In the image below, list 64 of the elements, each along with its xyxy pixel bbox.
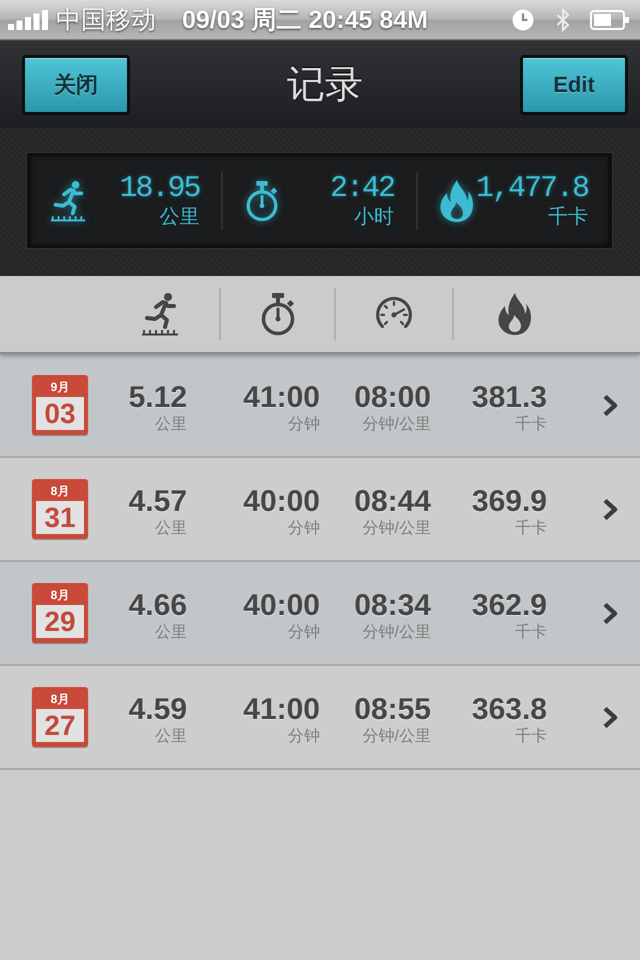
metric-unit: 分钟/公里 — [362, 519, 431, 539]
metric-value: 381.3 — [472, 381, 547, 415]
day-label: 27 — [36, 709, 84, 742]
bluetooth-icon — [556, 6, 570, 32]
clock-icon — [512, 8, 534, 30]
metric-value: 5.12 — [128, 381, 187, 415]
metric-value: 40:00 — [243, 485, 320, 519]
month-label: 9月 — [50, 379, 70, 396]
stat-value: 2:42 — [330, 172, 394, 204]
metric-unit: 千卡 — [515, 623, 547, 643]
metric-unit: 千卡 — [515, 727, 547, 747]
metric-unit: 公里 — [155, 727, 187, 747]
stat-value: 1,477.8 — [476, 172, 588, 204]
chevron-icon — [601, 706, 620, 728]
month-label: 8月 — [50, 483, 70, 500]
flame-icon — [438, 178, 476, 222]
stat-value: 18.95 — [119, 172, 200, 204]
metric-unit: 分钟/公里 — [362, 727, 431, 747]
carrier-label: 中国移动 — [56, 5, 156, 36]
edit-button[interactable]: Edit — [520, 54, 628, 114]
record-row[interactable]: 9月 03 5.12 公里 41:00 分钟 08:00 分钟/公里 381.3 千卡 — [0, 354, 640, 458]
metric-value: 362.9 — [472, 589, 547, 623]
metric-value: 369.9 — [472, 485, 547, 519]
metric-unit: 分钟 — [288, 519, 320, 539]
runner-icon — [140, 292, 180, 336]
day-label: 29 — [36, 605, 84, 638]
signal-icon — [8, 10, 48, 30]
metric-value: 41:00 — [243, 693, 320, 727]
record-row[interactable]: 8月 29 4.66 公里 40:00 分钟 08:34 分钟/公里 362.9 千卡 — [0, 562, 640, 666]
metric-unit: 公里 — [155, 623, 187, 643]
metric-unit: 分钟 — [288, 415, 320, 435]
metric-unit: 分钟 — [288, 727, 320, 747]
metric-unit: 分钟 — [288, 623, 320, 643]
metric-unit: 分钟/公里 — [362, 415, 431, 435]
battery-icon — [590, 8, 630, 30]
status-datetime: 09/03 周二 20:45 84M — [182, 5, 428, 36]
metric-value: 363.8 — [472, 693, 547, 727]
metric-unit: 千卡 — [515, 519, 547, 539]
metric-value: 4.57 — [128, 485, 187, 519]
month-label: 8月 — [50, 587, 70, 604]
stat-unit: 千卡 — [548, 204, 588, 228]
metric-value: 08:55 — [354, 693, 431, 727]
metric-unit: 分钟/公里 — [362, 623, 431, 643]
metric-value: 40:00 — [243, 589, 320, 623]
metric-value: 08:44 — [354, 485, 431, 519]
metric-value: 41:00 — [243, 381, 320, 415]
metric-value: 08:34 — [354, 589, 431, 623]
day-label: 03 — [36, 397, 84, 430]
page-title: 记录 — [287, 63, 363, 108]
chevron-icon — [601, 498, 620, 520]
day-label: 31 — [36, 501, 84, 534]
runner-icon — [49, 178, 87, 222]
metric-value: 4.66 — [128, 589, 187, 623]
month-label: 8月 — [50, 691, 70, 708]
close-button[interactable]: 关闭 — [22, 54, 130, 114]
chevron-icon — [601, 602, 620, 624]
metric-value: 4.59 — [128, 693, 187, 727]
stat-unit: 公里 — [159, 204, 200, 228]
stat-unit: 小时 — [354, 204, 394, 228]
metric-unit: 公里 — [155, 415, 187, 435]
metric-unit: 公里 — [155, 519, 187, 539]
metric-unit: 千卡 — [515, 415, 547, 435]
chevron-icon — [601, 394, 620, 416]
metric-value: 08:00 — [354, 381, 431, 415]
